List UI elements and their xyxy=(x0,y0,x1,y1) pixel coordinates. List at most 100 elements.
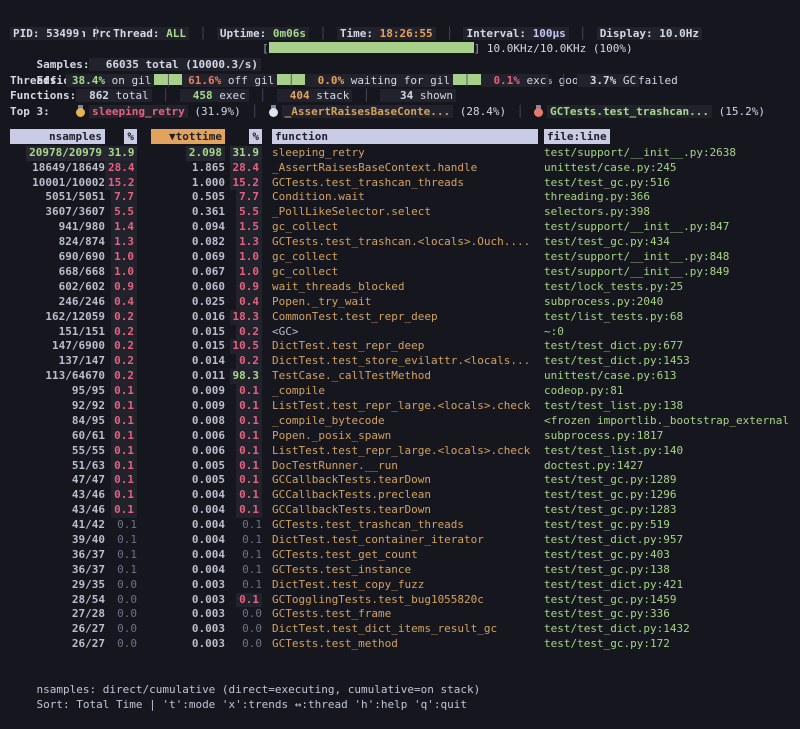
cell-nsamples: 20978/20979 xyxy=(10,146,105,161)
table-row[interactable]: 162/120590.20.01618.3CommonTest.test_rep… xyxy=(10,310,790,325)
cell-tottime: 0.011 xyxy=(137,369,225,384)
stat-value: 61.6% xyxy=(185,73,221,89)
cell-pct-cumulative: 31.9 xyxy=(225,146,262,161)
table-row[interactable]: 668/6681.00.0671.0gc_collecttest/support… xyxy=(10,265,790,280)
cell-tottime: 0.004 xyxy=(137,548,225,563)
table-row[interactable]: 28/540.00.0030.1GCTogglingTests.test_bug… xyxy=(10,593,790,608)
table-row[interactable]: 137/1470.20.0140.2DictTest.test_store_ev… xyxy=(10,354,790,369)
cell-tottime: 0.006 xyxy=(137,429,225,444)
table-row[interactable]: 824/8741.30.0821.3GCTests.test_trashcan.… xyxy=(10,235,790,250)
cell-function: gc_collect xyxy=(262,220,538,235)
column-header-function[interactable]: function xyxy=(262,129,538,145)
table-row[interactable]: 151/1510.20.0150.2<GC>~:0 xyxy=(10,325,790,340)
table-row[interactable]: 29/350.00.0030.1DictTest.test_copy_fuzzt… xyxy=(10,578,790,593)
table-row[interactable]: 941/9801.40.0941.5gc_collecttest/support… xyxy=(10,220,790,235)
cell-tottime: 0.003 xyxy=(137,578,225,593)
separator-icon: │ xyxy=(82,27,110,40)
table-row[interactable]: 10001/1000215.21.00015.2GCTests.test_tra… xyxy=(10,176,790,191)
separator-icon: │ xyxy=(189,27,217,40)
table-row[interactable]: 84/950.10.0080.1_compile_bytecode<frozen… xyxy=(10,414,790,429)
cell-pct-direct: 1.4 xyxy=(105,220,137,235)
table-row[interactable]: 602/6020.90.0600.9wait_threads_blockedte… xyxy=(10,280,790,295)
cell-file-line: subprocess.py:1817 xyxy=(538,429,790,444)
table-row[interactable]: 47/470.10.0050.1GCCallbackTests.tearDown… xyxy=(10,473,790,488)
table-row[interactable]: 92/920.10.0090.1ListTest.test_repr_large… xyxy=(10,399,790,414)
cell-function: GCCallbackTests.tearDown xyxy=(262,503,538,518)
cell-nsamples: 137/147 xyxy=(10,354,105,369)
status-bar: PID: 53499 │ Thread: ALL │ Uptime: 0m06s… xyxy=(10,26,790,42)
cell-nsamples: 47/47 xyxy=(10,473,105,488)
keybinding-line: Sort: Total Time | 't':mode 'x':trends ↔… xyxy=(10,682,790,698)
cell-nsamples: 10001/10002 xyxy=(10,176,105,191)
cell-pct-direct: 0.1 xyxy=(105,503,137,518)
table-row[interactable]: 55/550.10.0060.1ListTest.test_repr_large… xyxy=(10,444,790,459)
cell-nsamples: 5051/5051 xyxy=(10,190,105,205)
table-row[interactable]: 18649/1864928.41.86528.4_AssertRaisesBas… xyxy=(10,161,790,176)
top-function-name[interactable]: _AssertRaisesBaseConte... xyxy=(282,105,454,118)
samples-rate: 10.0KHz/10.0KHz (100%) xyxy=(480,42,632,55)
cell-pct-cumulative: 0.2 xyxy=(225,325,262,340)
table-row[interactable]: 51/630.10.0050.1DocTestRunner.__rundocte… xyxy=(10,459,790,474)
column-header-nsamples[interactable]: nsamples xyxy=(10,129,105,145)
cell-file-line: test/test_gc.py:1459 xyxy=(538,593,790,608)
cell-pct-cumulative: 0.1 xyxy=(225,399,262,414)
line-label: Threads: xyxy=(10,73,66,89)
header-label: nsamples xyxy=(10,129,105,144)
cell-nsamples: 162/12059 xyxy=(10,310,105,325)
table-row[interactable]: 5051/50517.70.5057.7Condition.waitthread… xyxy=(10,190,790,205)
gold-medal-icon xyxy=(76,105,85,117)
cell-file-line: threading.py:366 xyxy=(538,190,790,205)
cell-nsamples: 941/980 xyxy=(10,220,105,235)
separator-icon: │ xyxy=(506,105,534,118)
cell-pct-cumulative: 0.1 xyxy=(225,414,262,429)
table-row[interactable]: 95/950.10.0090.1_compilecodeop.py:81 xyxy=(10,384,790,399)
cell-tottime: 0.003 xyxy=(137,637,225,652)
cell-nsamples: 36/37 xyxy=(10,563,105,578)
cell-pct-cumulative: 28.4 xyxy=(225,161,262,176)
cell-pct-cumulative: 0.4 xyxy=(225,295,262,310)
top-function-pct: (31.9%) xyxy=(188,105,241,118)
table-row[interactable]: 43/460.10.0040.1GCCallbackTests.preclean… xyxy=(10,488,790,503)
cell-function: Condition.wait xyxy=(262,190,538,205)
table-row[interactable]: 43/460.10.0040.1GCCallbackTests.tearDown… xyxy=(10,503,790,518)
table-row[interactable]: 27/280.00.0030.0GCTests.test_frametest/t… xyxy=(10,607,790,622)
table-row[interactable]: 36/370.10.0040.1GCTests.test_instancetes… xyxy=(10,563,790,578)
table-row[interactable]: 246/2460.40.0250.4Popen._try_waitsubproc… xyxy=(10,295,790,310)
profiler-window: Tachyon Profiler PID: 53499 │ Thread: AL… xyxy=(0,0,800,697)
cell-function: GCCallbackTests.tearDown xyxy=(262,473,538,488)
cell-pct-direct: 0.0 xyxy=(105,593,137,608)
table-row[interactable]: 147/69000.20.01510.5DictTest.test_repr_d… xyxy=(10,339,790,354)
column-header-%[interactable]: % xyxy=(225,129,262,145)
table-row[interactable]: 3607/36075.50.3615.5_PollLikeSelector.se… xyxy=(10,205,790,220)
cell-file-line: codeop.py:81 xyxy=(538,384,790,399)
separator-icon: │ xyxy=(249,89,277,102)
table-row[interactable]: 26/270.00.0030.0GCTests.test_methodtest/… xyxy=(10,637,790,652)
cell-nsamples: 26/27 xyxy=(10,637,105,652)
column-header-file-line[interactable]: file:line xyxy=(538,129,790,145)
table-row[interactable]: 36/370.10.0040.1GCTests.test_get_countte… xyxy=(10,548,790,563)
top-function-name[interactable]: sleeping_retry xyxy=(89,105,188,118)
cell-tottime: 0.094 xyxy=(137,220,225,235)
cell-pct-direct: 1.0 xyxy=(105,265,137,280)
table-row[interactable]: 26/270.00.0030.0DictTest.test_dict_items… xyxy=(10,622,790,637)
status-segment-pid: PID: 53499 xyxy=(10,27,82,40)
table-row[interactable]: 113/646700.20.01198.3TestCase._callTestM… xyxy=(10,369,790,384)
cell-function: wait_threads_blocked xyxy=(262,280,538,295)
top-function-name[interactable]: GCTests.test_trashcan... xyxy=(547,105,712,118)
cell-function: GCTogglingTests.test_bug1055820c xyxy=(262,593,538,608)
cell-nsamples: 602/602 xyxy=(10,280,105,295)
table-row[interactable]: 41/420.10.0040.1GCTests.test_trashcan_th… xyxy=(10,518,790,533)
cell-pct-cumulative: 0.1 xyxy=(225,459,262,474)
column-header-%[interactable]: % xyxy=(105,129,137,145)
cell-pct-direct: 0.2 xyxy=(105,369,137,384)
cell-file-line: test/test_gc.py:1296 xyxy=(538,488,790,503)
cell-file-line: test/test_gc.py:1283 xyxy=(538,503,790,518)
cell-pct-cumulative: 1.5 xyxy=(225,220,262,235)
table-row[interactable]: 690/6901.00.0691.0gc_collecttest/support… xyxy=(10,250,790,265)
table-row[interactable]: 60/610.10.0060.1Popen._posix_spawnsubpro… xyxy=(10,429,790,444)
cell-tottime: 0.014 xyxy=(137,354,225,369)
table-row[interactable]: 39/400.10.0040.1DictTest.test_container_… xyxy=(10,533,790,548)
column-header-tottime[interactable]: ▼tottime xyxy=(137,129,225,145)
cell-nsamples: 246/246 xyxy=(10,295,105,310)
table-row[interactable]: 20978/2097931.92.09831.9sleeping_retryte… xyxy=(10,146,790,161)
